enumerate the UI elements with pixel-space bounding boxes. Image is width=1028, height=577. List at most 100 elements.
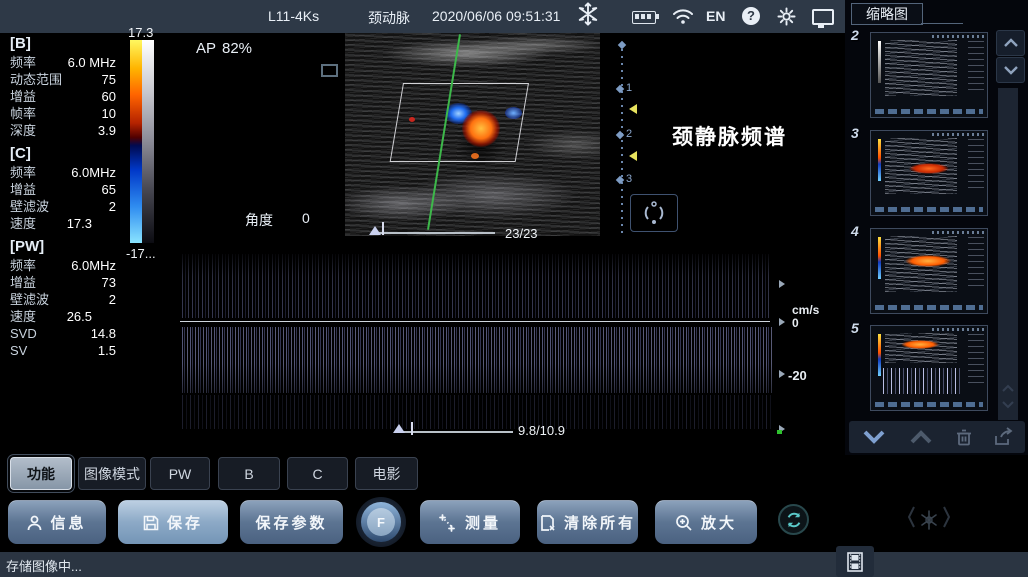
thumbnail-scrollbar[interactable] <box>998 88 1018 420</box>
lower-scale-value: -20 <box>788 368 807 383</box>
mini-buttons-decoration <box>875 305 983 310</box>
mini-toolbar-decoration <box>932 35 984 38</box>
cine-slider-marker[interactable] <box>369 226 381 235</box>
refresh-button[interactable] <box>778 504 809 535</box>
section-title: [PW] <box>10 238 116 257</box>
sweep-indicator <box>777 430 782 434</box>
baseline-arrow-icon <box>779 318 785 326</box>
tab-pw[interactable]: PW <box>150 457 210 490</box>
thumbnail-footer-toolbar <box>849 421 1025 453</box>
zoom-button[interactable]: 放大 <box>655 500 757 544</box>
param-row: 速度17.3 <box>10 215 116 232</box>
language-switch[interactable]: EN <box>706 8 725 24</box>
help-icon[interactable]: ? <box>742 7 760 25</box>
mini-buttons-decoration <box>875 207 983 212</box>
thumbnail-image <box>870 228 988 314</box>
gear-icon[interactable] <box>777 7 796 31</box>
ultrasound-screen: L11-4Ks 颈动脉 2020/06/06 09:51:31 EN ? [B]… <box>0 0 1028 577</box>
color-mode-section: [C] 频率6.0MHz 增益65 壁滤波2 速度17.3 <box>10 145 116 232</box>
mini-color-bar <box>878 334 881 376</box>
param-row: 动态范围75 <box>10 71 116 88</box>
clear-all-button[interactable]: 清除所有 <box>537 500 638 544</box>
section-title: [C] <box>10 145 116 164</box>
b-mode-section: [B] 频率6.0 MHz 动态范围75 增益60 帧率10 深度3.9 <box>10 35 116 139</box>
top-bar: L11-4Ks 颈动脉 2020/06/06 09:51:31 EN ? <box>0 0 845 33</box>
status-message: 存储图像中... <box>6 556 82 575</box>
param-row: SVD14.8 <box>10 325 116 342</box>
acoustic-power-label: AP <box>196 40 216 57</box>
info-button[interactable]: 信息 <box>8 500 106 544</box>
velocity-scale-max: 17.3 <box>128 25 153 40</box>
time-counter: 9.8/10.9 <box>518 423 565 438</box>
mini-flow-region <box>901 340 939 349</box>
spectrum-slider-tick[interactable] <box>411 422 413 435</box>
orange-flow-dot <box>471 153 479 159</box>
thumbnail-item[interactable]: 2 <box>849 30 989 118</box>
spectrum-signal-band <box>182 327 772 393</box>
person-icon <box>27 515 42 531</box>
mini-params-decoration <box>968 41 984 93</box>
refresh-icon <box>785 511 803 529</box>
param-row: 频率6.0MHz <box>10 257 116 274</box>
freeze-toggle-dim[interactable] <box>903 505 955 535</box>
thumbnail-item[interactable]: 5 <box>849 323 989 411</box>
thumbnail-index: 3 <box>851 125 859 141</box>
measure-button[interactable]: 测量 <box>420 500 520 544</box>
mini-color-bar <box>878 139 881 181</box>
tab-b[interactable]: B <box>218 457 280 490</box>
thumbnail-item[interactable]: 4 <box>849 226 989 314</box>
cine-frame-slider[interactable] <box>375 232 495 234</box>
blue-flow-region-small <box>505 107 522 119</box>
param-row: 速度26.5 <box>10 308 116 325</box>
focus-marker-icon[interactable] <box>629 151 637 161</box>
export-icon[interactable] <box>993 427 1015 447</box>
freeze-snowflake-icon <box>576 1 600 33</box>
mini-buttons-decoration <box>875 402 983 407</box>
mini-toolbar-decoration <box>932 133 984 136</box>
pw-spectrum-display <box>180 249 788 437</box>
tab-functions[interactable]: 功能 <box>10 457 72 490</box>
cine-slider-tick[interactable] <box>382 222 384 235</box>
tab-underline <box>921 23 963 24</box>
mini-toolbar-decoration <box>932 328 984 331</box>
grayscale-bar <box>142 40 154 243</box>
magnifier-plus-icon <box>675 514 693 532</box>
acoustic-power-value: 82% <box>222 40 252 57</box>
page-down-icon[interactable] <box>859 429 889 445</box>
tab-c[interactable]: C <box>287 457 348 490</box>
tab-cine[interactable]: 电影 <box>355 457 418 490</box>
param-row: SV1.5 <box>10 342 116 359</box>
scroll-down-button[interactable] <box>996 57 1025 83</box>
thumbnail-index: 4 <box>851 223 859 239</box>
save-button[interactable]: 保存 <box>118 500 228 544</box>
doppler-color-scale <box>130 40 142 243</box>
spectrum-slider-marker[interactable] <box>393 424 405 433</box>
mini-scan-area <box>885 40 957 96</box>
save-params-button[interactable]: 保存参数 <box>240 500 343 544</box>
baseline-value: 0 <box>792 316 799 330</box>
mini-spectrum <box>883 368 963 394</box>
angle-value: 0 <box>302 210 310 226</box>
probe-orientation-icon[interactable] <box>630 194 678 232</box>
monitor-icon[interactable] <box>812 9 834 25</box>
caliper-icon <box>439 514 457 532</box>
section-title: [B] <box>10 35 116 54</box>
mini-params-decoration <box>968 334 984 386</box>
f-dial-knob[interactable]: F <box>356 497 406 547</box>
page-up-icon[interactable] <box>908 430 934 444</box>
thumbnail-index: 2 <box>851 27 859 43</box>
thumbnail-tab[interactable]: 缩略图 <box>851 3 923 25</box>
probe-name: L11-4Ks <box>268 8 319 24</box>
tab-image-mode[interactable]: 图像模式 <box>78 457 146 490</box>
param-row: 增益60 <box>10 88 116 105</box>
angle-label: 角度 <box>245 210 273 230</box>
thumbnail-item[interactable]: 3 <box>849 128 989 216</box>
spectrum-baseline[interactable] <box>180 321 770 322</box>
left-bracket-icon <box>907 505 915 535</box>
save-floppy-icon <box>143 515 159 531</box>
cine-film-button[interactable] <box>836 546 874 577</box>
scroll-up-button[interactable] <box>996 30 1025 56</box>
focus-marker-icon[interactable] <box>629 104 637 114</box>
thumbnail-image <box>870 325 988 411</box>
delete-icon[interactable] <box>954 427 974 447</box>
